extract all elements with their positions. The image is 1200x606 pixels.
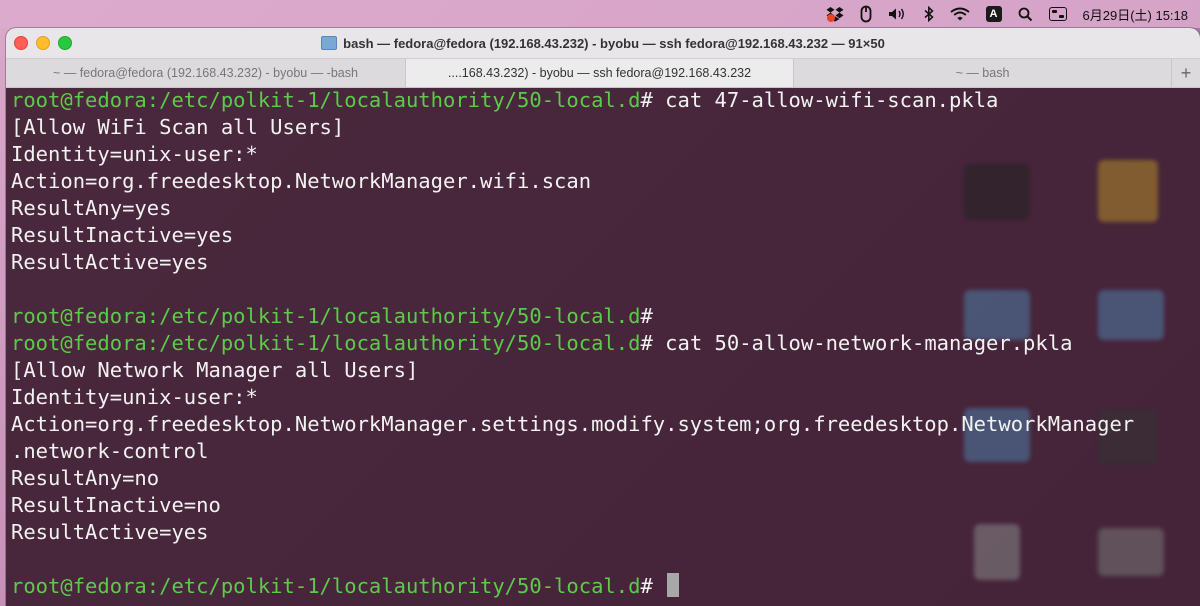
terminal-output[interactable]: root@fedora:/etc/polkit-1/localauthority… [6, 87, 1200, 606]
input-source-icon[interactable]: A [985, 0, 1002, 28]
prompt-path: :/etc/polkit-1/localauthority/50-local.d [146, 88, 641, 112]
dropbox-icon[interactable] [826, 0, 844, 28]
terminal-line: ResultActive=yes [11, 250, 209, 274]
window-controls [14, 36, 72, 50]
prompt-symbol: # [640, 304, 653, 328]
tab-bash-byobu[interactable]: ~ — fedora@fedora (192.168.43.232) - byo… [6, 59, 406, 87]
terminal-line: ResultAny=yes [11, 196, 172, 220]
close-button[interactable] [14, 36, 28, 50]
zoom-button[interactable] [58, 36, 72, 50]
terminal-line: .network-control [11, 439, 209, 463]
mouse-icon[interactable] [860, 0, 872, 28]
terminal-line: ResultActive=yes [11, 520, 209, 544]
prompt-path: :/etc/polkit-1/localauthority/50-local.d [146, 574, 641, 598]
search-icon[interactable] [1018, 0, 1033, 28]
window-title: bash — fedora@fedora (192.168.43.232) - … [343, 35, 885, 51]
tab-bar: ~ — fedora@fedora (192.168.43.232) - byo… [6, 58, 1200, 88]
prompt-user: root@fedora [11, 574, 147, 598]
prompt-user: root@fedora [11, 88, 147, 112]
prompt-path: :/etc/polkit-1/localauthority/50-local.d [146, 331, 641, 355]
control-center-icon[interactable] [1048, 0, 1067, 28]
terminal-line: ResultAny=no [11, 466, 160, 490]
terminal-line: root@fedora:/etc/polkit-1/localauthority… [11, 573, 1200, 600]
terminal-line: ResultInactive=no [11, 493, 221, 517]
prompt-user: root@fedora [11, 331, 147, 355]
tab-label: ~ — fedora@fedora (192.168.43.232) - byo… [53, 66, 358, 80]
title-bar[interactable]: bash — fedora@fedora (192.168.43.232) - … [6, 28, 1200, 58]
terminal-window: bash — fedora@fedora (192.168.43.232) - … [6, 28, 1200, 606]
input-source-label: A [985, 6, 1002, 22]
tab-bash[interactable]: ~ — bash [794, 59, 1172, 87]
terminal-line: root@fedora:/etc/polkit-1/localauthority… [11, 87, 1200, 114]
terminal-line: ResultInactive=yes [11, 223, 234, 247]
bluetooth-icon[interactable] [924, 0, 934, 28]
terminal-line: Identity=unix-user:* [11, 385, 258, 409]
terminal-line: [Allow WiFi Scan all Users] [11, 115, 345, 139]
terminal-line: Action=org.freedesktop.NetworkManager.wi… [11, 169, 592, 193]
prompt-symbol: # [640, 88, 653, 112]
prompt-user: root@fedora [11, 304, 147, 328]
volume-icon[interactable] [888, 0, 908, 28]
command-text: cat 50-allow-network-manager.pkla [652, 331, 1073, 355]
folder-icon [321, 36, 338, 50]
terminal-line: [Allow Network Manager all Users] [11, 358, 419, 382]
prompt-symbol: # [640, 574, 653, 598]
tab-ssh-fedora[interactable]: ....168.43.232) - byobu — ssh fedora@192… [406, 59, 794, 87]
tab-label: ~ — bash [955, 66, 1010, 80]
terminal-cursor [667, 573, 680, 597]
terminal-line: Action=org.freedesktop.NetworkManager.se… [11, 412, 1135, 436]
prompt-symbol: # [640, 331, 653, 355]
prompt-path: :/etc/polkit-1/localauthority/50-local.d [146, 304, 641, 328]
new-tab-button[interactable]: + [1172, 59, 1200, 87]
wifi-icon[interactable] [949, 0, 970, 28]
minimize-button[interactable] [36, 36, 50, 50]
terminal-line: root@fedora:/etc/polkit-1/localauthority… [11, 303, 1200, 330]
terminal-line: Identity=unix-user:* [11, 142, 258, 166]
terminal-line: root@fedora:/etc/polkit-1/localauthority… [11, 330, 1200, 357]
menu-bar: A 6月29日(土) 15:18 [0, 0, 1200, 28]
tab-label: ....168.43.232) - byobu — ssh fedora@192… [447, 66, 752, 80]
command-text: cat 47-allow-wifi-scan.pkla [652, 88, 999, 112]
menubar-clock[interactable]: 6月29日(土) 15:18 [1083, 0, 1189, 28]
